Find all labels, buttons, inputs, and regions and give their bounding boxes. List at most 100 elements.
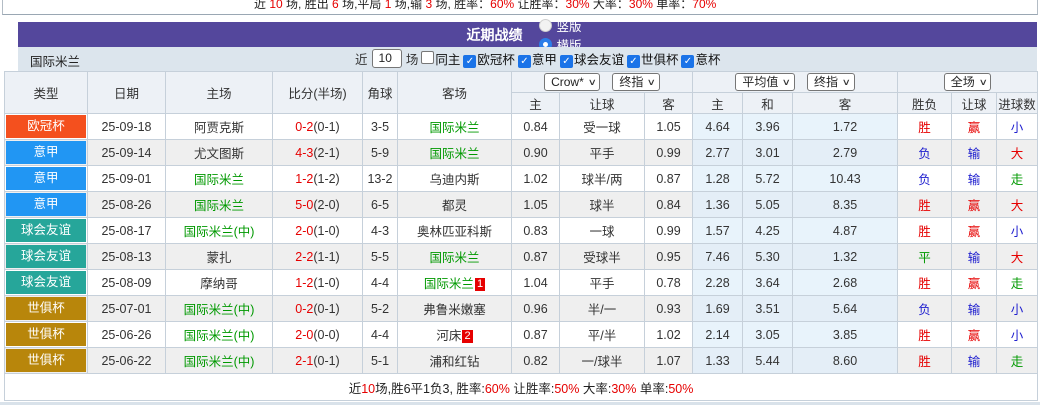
dropdown-value: 平均值	[742, 74, 778, 90]
text-segment: 近	[349, 382, 362, 396]
euro-draw-odds: 4.25	[743, 218, 793, 244]
handicap-result: 赢	[952, 114, 997, 140]
half-time-score: (1-0)	[313, 276, 339, 290]
euro-home-odds: 2.77	[693, 140, 743, 166]
team-name: 国际米兰(中)	[184, 355, 255, 369]
col-header-score: 比分(半场)	[273, 72, 363, 114]
text-segment: 70%	[692, 0, 716, 11]
handicap-result: 赢	[952, 218, 997, 244]
match-type-cell: 世俱杯	[5, 296, 88, 322]
match-type-cell: 球会友谊	[5, 244, 88, 270]
checkbox-label: 世俱杯	[641, 53, 679, 67]
chevron-down-icon: ∨	[978, 74, 987, 90]
checkbox-checked-icon[interactable]: ✓	[518, 55, 531, 68]
header-dropdown-select[interactable]: 终指∨	[807, 73, 855, 91]
col-header-hcp-home: 主	[512, 93, 560, 114]
match-type-cell: 世俱杯	[5, 348, 88, 374]
euro-draw-odds: 3.51	[743, 296, 793, 322]
score-cell: 1-2(1-0)	[273, 270, 363, 296]
match-date: 25-06-22	[88, 348, 166, 374]
away-team-cell: 国际米兰	[398, 140, 512, 166]
match-type-badge: 世俱杯	[6, 349, 86, 372]
euro-home-odds: 4.64	[693, 114, 743, 140]
full-time-score: 1-2	[295, 172, 313, 186]
match-date: 25-09-14	[88, 140, 166, 166]
hcp-line: 球半	[560, 192, 645, 218]
goals-result: 走	[997, 348, 1038, 374]
winloss-result: 胜	[898, 218, 952, 244]
header-dropdown-select[interactable]: Crow*∨	[544, 73, 600, 91]
score-cell: 2-0(1-0)	[273, 218, 363, 244]
corner-count: 4-3	[363, 218, 398, 244]
team-name: 国际米兰	[429, 121, 479, 135]
match-count-select[interactable]: 10	[372, 49, 402, 68]
col-header-euro-away: 客	[793, 93, 898, 114]
table-row: 世俱杯25-07-01国际米兰(中)0-2(0-1)5-2弗鲁米嫩塞0.96半/…	[5, 296, 1038, 322]
radio-icon[interactable]	[539, 19, 552, 32]
team-name: 乌迪内斯	[429, 173, 479, 187]
text-segment: 60%	[490, 0, 514, 11]
euro-home-odds: 1.33	[693, 348, 743, 374]
team-name: 国际米兰	[429, 251, 479, 265]
winloss-result: 平	[898, 244, 952, 270]
text-segment: 场, 胜出	[283, 0, 332, 11]
score-cell: 5-0(2-0)	[273, 192, 363, 218]
text-segment: 让胜率：	[514, 0, 565, 11]
table-row: 欧冠杯25-09-18阿贾克斯0-2(0-1)3-5国际米兰0.84受一球1.0…	[5, 114, 1038, 140]
checkbox-label: 意甲	[532, 53, 557, 67]
checkbox-checked-icon[interactable]: ✓	[627, 55, 640, 68]
away-team-cell: 都灵	[398, 192, 512, 218]
checkbox-unchecked-icon[interactable]	[421, 51, 434, 64]
filter-controls: 近 10 场 同主✓欧冠杯✓意甲✓球会友谊✓世俱杯✓意杯	[355, 49, 720, 68]
team-name: 国际米兰	[30, 51, 80, 70]
team-name: 奥林匹亚科斯	[417, 225, 492, 239]
team-name: 国际米兰(中)	[184, 303, 255, 317]
hcp-away-odds: 0.84	[645, 192, 693, 218]
match-type-badge: 球会友谊	[6, 219, 86, 242]
radio-option-unselected[interactable]: 竖版	[539, 16, 581, 35]
team-name: 国际米兰	[429, 147, 479, 161]
half-time-score: (0-1)	[313, 302, 339, 316]
team-name: 摩纳哥	[200, 277, 238, 291]
hcp-line: 半/一	[560, 296, 645, 322]
euro-home-odds: 1.36	[693, 192, 743, 218]
checkbox-label: 同主	[435, 53, 460, 67]
half-time-score: (0-1)	[313, 120, 339, 134]
euro-home-odds: 1.69	[693, 296, 743, 322]
hcp-home-odds: 0.83	[512, 218, 560, 244]
goals-result: 小	[997, 296, 1038, 322]
home-team-cell: 国际米兰(中)	[166, 296, 273, 322]
euro-away-odds: 8.60	[793, 348, 898, 374]
text-segment: 近	[254, 0, 269, 11]
match-type-cell: 世俱杯	[5, 322, 88, 348]
half-time-score: (2-1)	[313, 146, 339, 160]
header-dropdown-select[interactable]: 平均值∨	[735, 73, 795, 91]
handicap-result: 赢	[952, 192, 997, 218]
checkbox-checked-icon[interactable]: ✓	[681, 55, 694, 68]
winloss-result: 胜	[898, 322, 952, 348]
full-time-score: 2-2	[295, 250, 313, 264]
match-date: 25-07-01	[88, 296, 166, 322]
checkbox-checked-icon[interactable]: ✓	[463, 55, 476, 68]
checkbox-checked-icon[interactable]: ✓	[560, 55, 573, 68]
team-name: 蒙扎	[206, 251, 231, 265]
summary-top-line-text: 近 10 场, 胜出 6 场,平局 1 场,输 3 场, 胜率：60% 让胜率：…	[254, 0, 716, 12]
home-team-cell: 国际米兰	[166, 192, 273, 218]
match-type-badge: 意甲	[6, 193, 86, 216]
team-name: 河床	[436, 329, 461, 343]
half-time-score: (0-0)	[313, 328, 339, 342]
match-type-badge: 球会友谊	[6, 271, 86, 294]
hcp-home-odds: 0.87	[512, 322, 560, 348]
col-header-home: 主场	[166, 72, 273, 114]
corner-count: 3-5	[363, 114, 398, 140]
header-dropdown-select[interactable]: 终指∨	[612, 73, 660, 91]
text-segment: 单率：	[653, 0, 692, 11]
hcp-line: 平手	[560, 140, 645, 166]
match-date: 25-08-09	[88, 270, 166, 296]
text-segment: 场, 胜率：	[432, 0, 490, 11]
match-date: 25-08-13	[88, 244, 166, 270]
home-team-cell: 摩纳哥	[166, 270, 273, 296]
table-row: 意甲25-09-01国际米兰1-2(1-2)13-2乌迪内斯1.02球半/两0.…	[5, 166, 1038, 192]
hcp-home-odds: 0.87	[512, 244, 560, 270]
header-dropdown-select[interactable]: 全场∨	[944, 73, 992, 91]
